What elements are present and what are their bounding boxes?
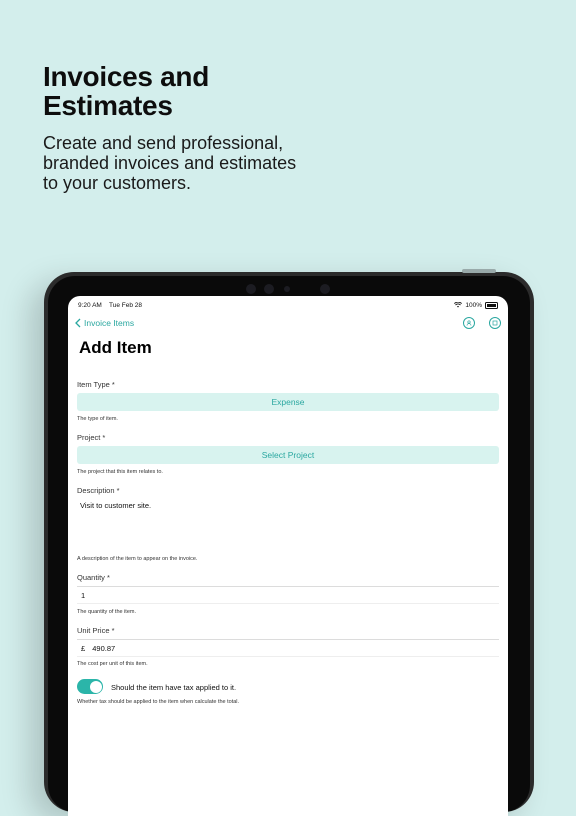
camera-icon <box>264 284 274 294</box>
subtext-line-3: to your customers. <box>43 173 192 193</box>
unit-price-input[interactable]: £ 490.87 <box>77 639 499 657</box>
chevron-left-icon <box>75 318 81 328</box>
quantity-label: Quantity * <box>77 573 110 582</box>
status-date: Tue Feb 28 <box>108 301 142 309</box>
settings-icon[interactable] <box>489 317 501 329</box>
wifi-icon <box>454 302 463 308</box>
quantity-hint: The quantity of the item. <box>77 609 137 615</box>
quantity-value: 1 <box>81 591 86 600</box>
save-glyph-icon <box>492 320 498 326</box>
back-button[interactable]: Invoice Items <box>75 318 134 328</box>
volume-button <box>462 269 496 273</box>
currency-symbol: £ <box>81 644 86 653</box>
project-hint: The project that this item relates to. <box>77 469 163 475</box>
description-hint: A description of the item to appear on t… <box>77 556 198 562</box>
unit-price-label: Unit Price * <box>77 626 115 635</box>
sensor-icon <box>246 284 256 294</box>
user-icon[interactable] <box>463 317 475 329</box>
sensor-icon <box>284 286 290 292</box>
item-type-selector[interactable]: Expense <box>77 393 499 411</box>
page-title: Add Item <box>79 338 152 357</box>
user-glyph-icon <box>466 320 472 326</box>
headline-line-2: Estimates <box>43 90 173 121</box>
unit-price-hint: The cost per unit of this item. <box>77 661 148 667</box>
status-bar: 9:20 AM Tue Feb 28 100% <box>78 299 498 311</box>
subtext-line-1: Create and send professional, <box>43 133 284 153</box>
battery-icon <box>485 301 498 309</box>
tax-toggle[interactable] <box>77 679 103 694</box>
app-screen: 9:20 AM Tue Feb 28 100% Invoice Items Ad… <box>68 296 508 816</box>
tax-toggle-label: Should the item have tax applied to it. <box>111 683 237 692</box>
description-input[interactable]: Visit to customer site. <box>77 498 499 554</box>
sensor-icon <box>320 284 330 294</box>
back-button-label: Invoice Items <box>84 318 135 328</box>
battery-percent: 100% <box>465 301 482 309</box>
project-selector[interactable]: Select Project <box>77 446 499 464</box>
unit-price-value: 490.87 <box>92 644 116 653</box>
marketing-subtext: Create and send professional, branded in… <box>43 133 343 193</box>
quantity-input[interactable]: 1 <box>77 586 499 604</box>
item-type-label: Item Type * <box>77 380 115 389</box>
item-type-hint: The type of item. <box>77 416 118 422</box>
tax-hint: Whether tax should be applied to the ite… <box>77 699 240 705</box>
status-time: 9:20 AM <box>78 301 102 309</box>
marketing-headline: Invoices and Estimates <box>43 62 343 120</box>
project-label: Project * <box>77 433 106 442</box>
subtext-line-2: branded invoices and estimates <box>43 153 297 173</box>
navigation-bar: Invoice Items <box>75 316 501 330</box>
headline-line-1: Invoices and <box>43 61 210 92</box>
tablet-device: 9:20 AM Tue Feb 28 100% Invoice Items Ad… <box>44 269 534 816</box>
toggle-knob <box>89 680 102 693</box>
description-label: Description * <box>77 486 120 495</box>
